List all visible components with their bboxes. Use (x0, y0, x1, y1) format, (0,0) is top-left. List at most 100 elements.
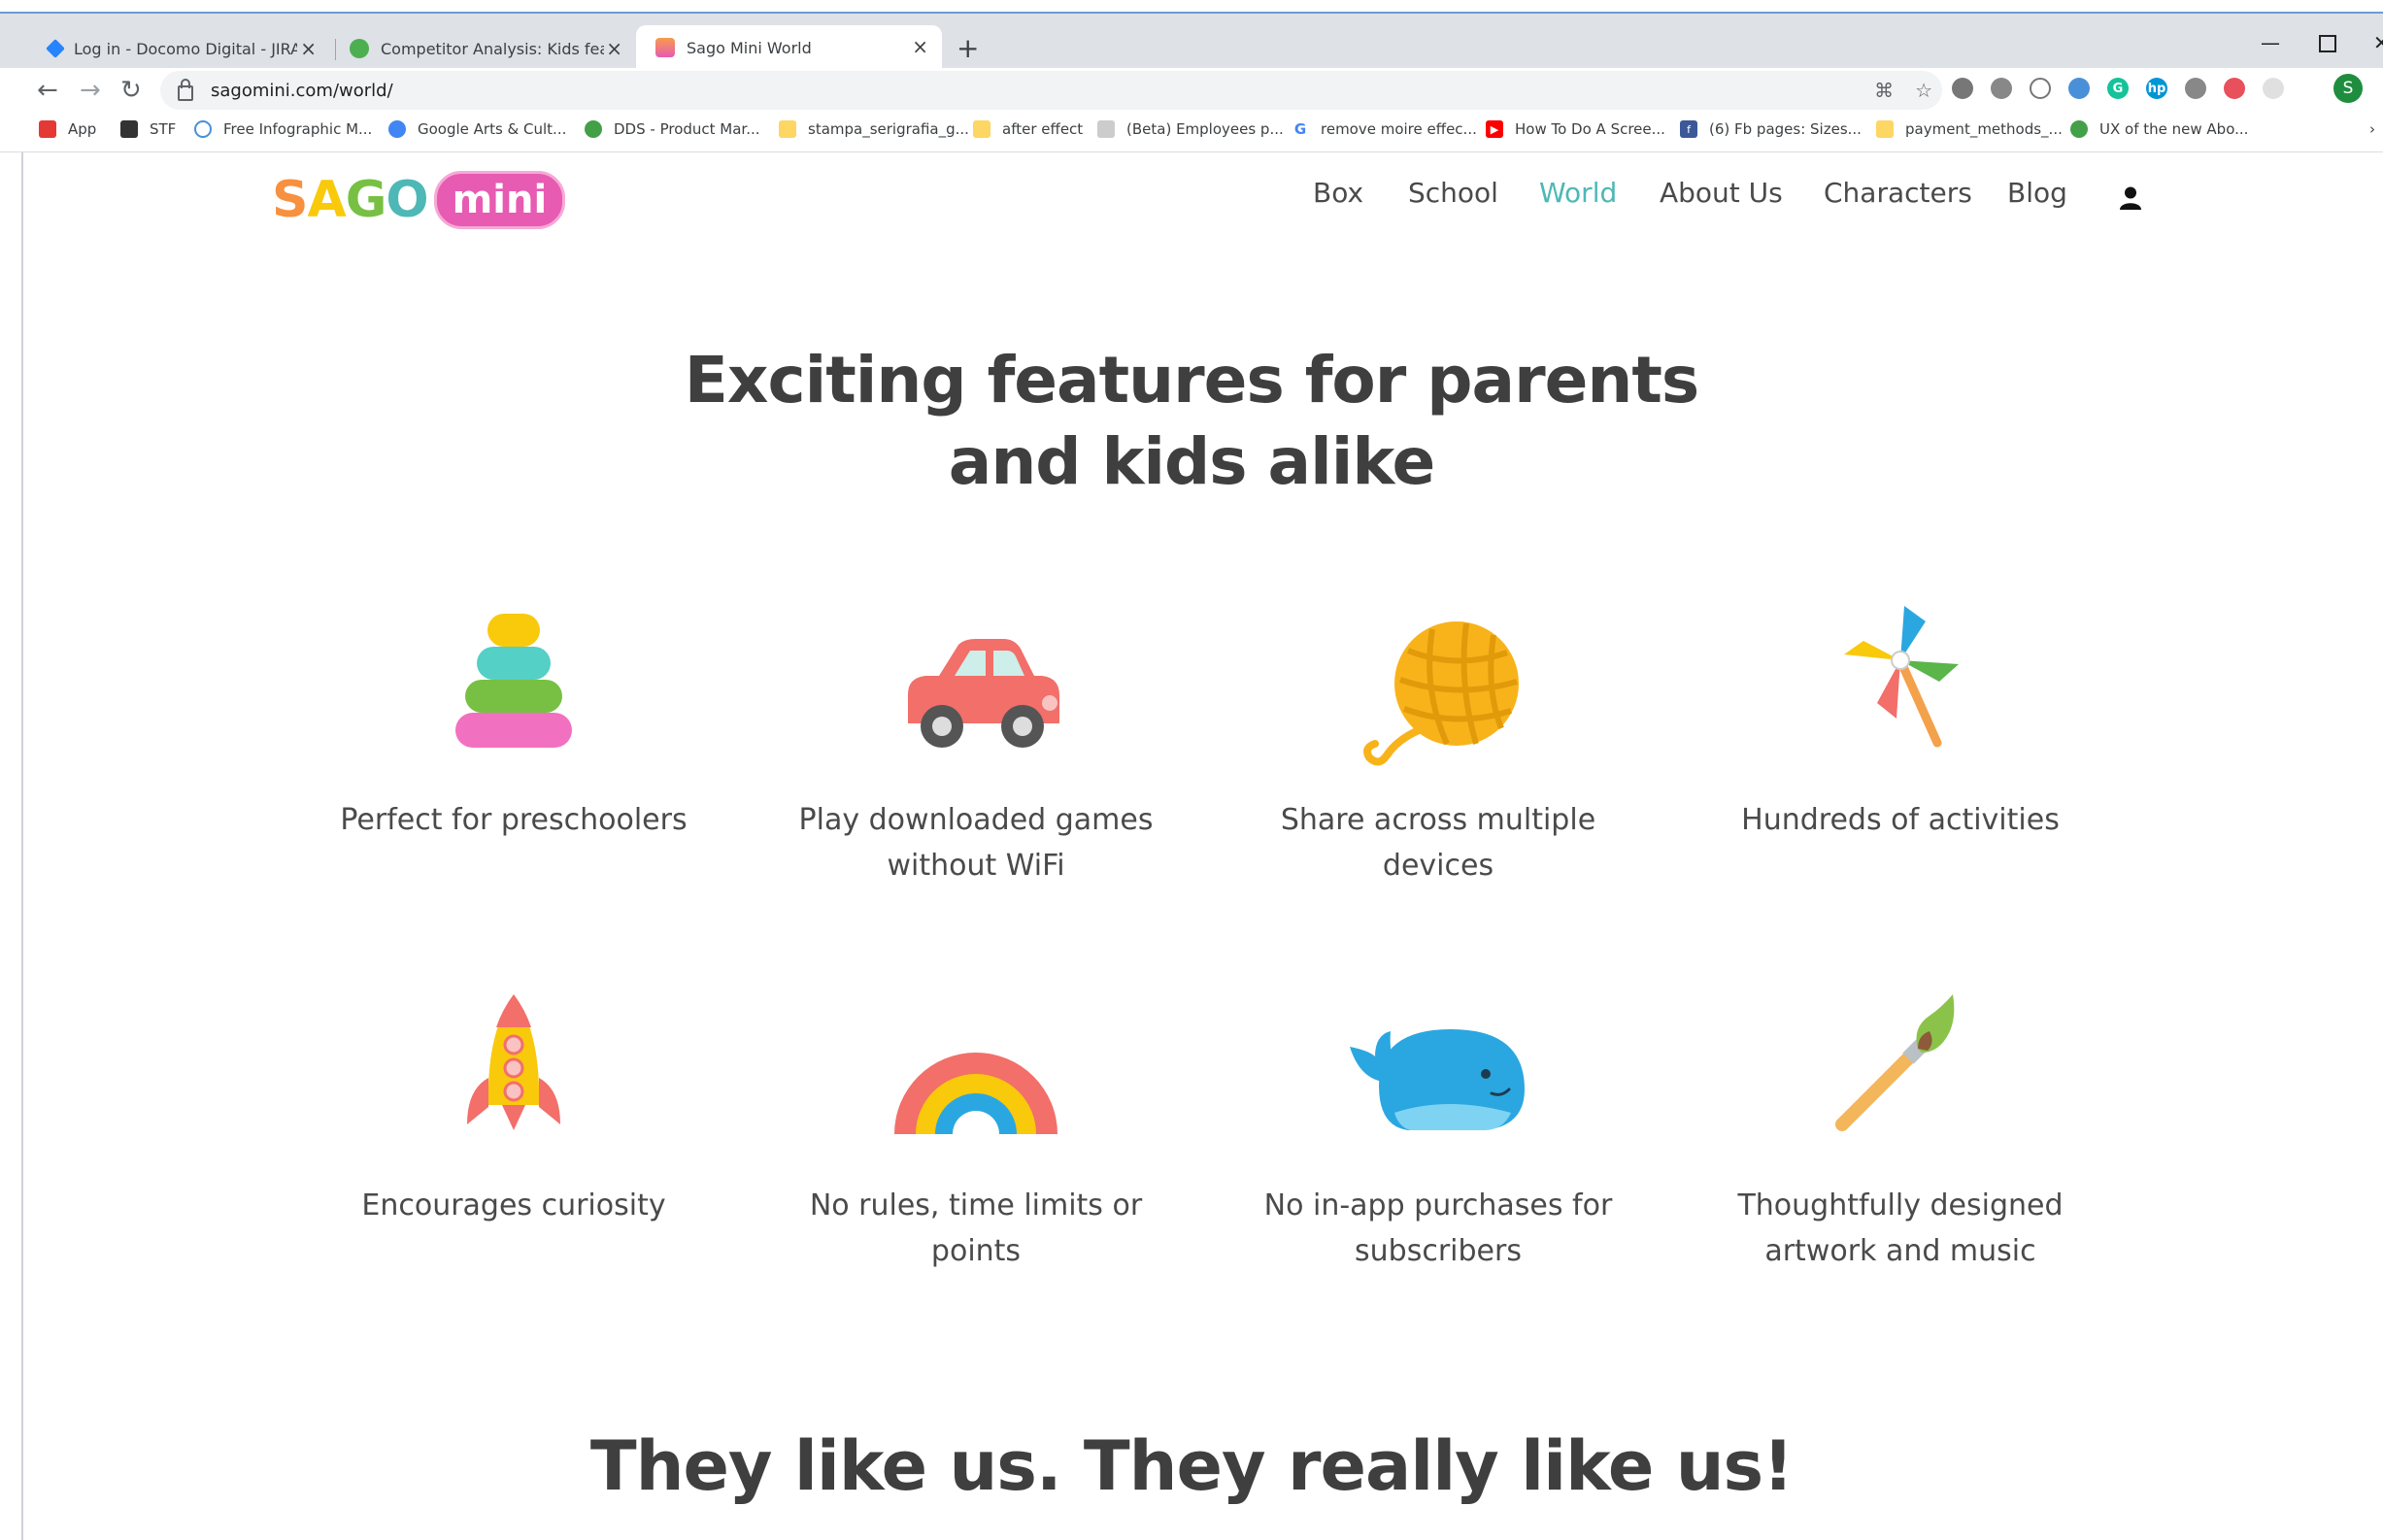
nav-world[interactable]: World (1539, 177, 1617, 216)
feature-text: No rules, time limits or points (809, 1188, 1143, 1268)
bookmark-payment[interactable]: payment_methods_... (1876, 120, 2063, 138)
bookmark-label: UX of the new Abo... (2099, 120, 2249, 138)
folder-icon (1876, 120, 1894, 138)
bookmark-dds[interactable]: DDS - Product Mar... (585, 120, 760, 138)
bookmarks-overflow-icon[interactable]: › (2369, 120, 2375, 138)
testimonials-title: They like us. They really like us! (589, 1426, 1794, 1506)
bookmark-moire[interactable]: Gremove moire effec... (1292, 120, 1477, 138)
bookmark-fb-pages[interactable]: f (6) Fb pages: Sizes... (1680, 120, 1862, 138)
lastpass-extension-icon[interactable] (2224, 78, 2245, 99)
infographic-icon (194, 120, 212, 138)
bookmark-star-icon[interactable]: ☆ (1915, 79, 1932, 102)
bookmark-after-effect[interactable]: after effect (973, 120, 1083, 138)
hp-extension-icon[interactable]: hp (2146, 78, 2167, 99)
url-text[interactable]: sagomini.com/world/ (211, 81, 393, 101)
sago-mini-logo[interactable]: SAGO mini (272, 171, 566, 229)
bookmark-google-arts[interactable]: Google Arts & Cult... (388, 120, 566, 138)
feature-label-4: Hundreds of activities (1696, 797, 2104, 843)
maximize-icon[interactable] (2319, 35, 2336, 52)
close-window-icon[interactable]: ✕ (2373, 31, 2383, 54)
new-tab-icon[interactable]: + (957, 35, 979, 62)
back-icon[interactable]: ← (37, 74, 58, 107)
cloud-extension-icon[interactable] (1952, 78, 1973, 99)
bookmark-stampa[interactable]: stampa_serigrafia_g... (779, 120, 969, 138)
bookmark-label: DDS - Product Mar... (614, 120, 760, 138)
bookmark-employees[interactable]: (Beta) Employees p... (1097, 120, 1284, 138)
bookmark-label: Google Arts & Cult... (418, 120, 567, 138)
logo-letter: G (345, 171, 387, 229)
bookmark-label: after effect (1002, 120, 1084, 138)
user-account-icon[interactable] (2120, 186, 2141, 210)
rainbow-icon (894, 1053, 1057, 1134)
toy-car-icon (908, 639, 1059, 748)
logo-sago-text: SAGO (272, 171, 429, 229)
tab-sago-mini-world[interactable]: Sago Mini World × (636, 25, 942, 70)
whale-icon (1350, 1029, 1525, 1130)
bookmark-label: (6) Fb pages: Sizes... (1709, 120, 1862, 138)
logo-letter: A (307, 171, 346, 229)
bookmark-label: payment_methods_... (1905, 120, 2063, 138)
close-tab-icon[interactable]: × (606, 37, 622, 60)
tab-title: Log in - Docomo Digital - JIRA (74, 39, 297, 58)
tab-jira[interactable]: Log in - Docomo Digital - JIRA × (29, 27, 330, 70)
bookmark-youtube[interactable]: ▶ How To Do A Scree... (1486, 120, 1665, 138)
feature-label-7: No in-app purchases for subscribers (1234, 1183, 1642, 1274)
forward-icon[interactable]: → (80, 74, 101, 107)
pinwheel-icon (1844, 606, 1959, 748)
nav-characters[interactable]: Characters (1824, 177, 1972, 216)
nav-about-us[interactable]: About Us (1660, 177, 1783, 216)
nav-school[interactable]: School (1408, 177, 1498, 216)
translate-icon[interactable]: ⌘ (1874, 79, 1894, 102)
cursor-extension-icon[interactable] (2263, 78, 2284, 99)
feature-label-3: Share across multiple devices (1234, 797, 1642, 888)
feature-text: Perfect for preschoolers (340, 803, 688, 837)
globe-icon (585, 120, 602, 138)
address-bar[interactable]: sagomini.com/world/ ⌘ ☆ (160, 71, 1942, 110)
tab-title: Sago Mini World (687, 38, 812, 57)
stf-icon (120, 120, 138, 138)
feature-label-2: Play downloaded games without WiFi (772, 797, 1180, 888)
bookmark-label: remove moire effec... (1321, 120, 1477, 138)
camera-extension-icon[interactable] (1991, 78, 2012, 99)
rocket-icon (467, 994, 560, 1130)
feature-text: artwork and music (1764, 1234, 2036, 1268)
bookmark-infographic[interactable]: Free Infographic M... (194, 120, 372, 138)
facebook-icon: f (1680, 120, 1697, 138)
logo-letter: S (272, 171, 308, 229)
logo-mini-text: mini (433, 171, 566, 229)
bookmark-ux[interactable]: UX of the new Abo... (2070, 120, 2248, 138)
nav-blog[interactable]: Blog (2007, 177, 2067, 216)
sago-favicon-icon (655, 38, 675, 57)
feature-text: Play downloaded games (798, 803, 1154, 837)
profile-avatar[interactable]: S (2333, 74, 2363, 103)
bookmark-apps[interactable]: App (39, 120, 96, 138)
minimize-icon[interactable]: — (2261, 31, 2280, 54)
tab-competitor-analysis[interactable]: Competitor Analysis: Kids feature × (330, 27, 636, 70)
folder-icon (973, 120, 990, 138)
apps-grid-icon (39, 120, 56, 138)
close-tab-icon[interactable]: × (912, 35, 928, 58)
bookmark-stf[interactable]: STF (120, 120, 176, 138)
bookmark-label: stampa_serigrafia_g... (808, 120, 969, 138)
folder-icon (779, 120, 796, 138)
bookmark-label: (Beta) Employees p... (1126, 120, 1284, 138)
close-tab-icon[interactable]: × (300, 37, 317, 60)
feature-label-1: Perfect for preschoolers (310, 797, 718, 843)
circle-extension-icon[interactable] (2030, 78, 2051, 99)
features-title-line2: and kids alike (948, 424, 1435, 499)
reload-icon[interactable]: ↻ (120, 74, 142, 107)
lock-icon[interactable] (178, 79, 193, 101)
globe-icon (2070, 120, 2088, 138)
yarn-ball-icon (1363, 621, 1519, 766)
bookmarks-bar: App STF Free Infographic M... Google Art… (0, 113, 2383, 152)
feature-text: without WiFi (887, 849, 1065, 883)
download-extension-icon[interactable] (2068, 78, 2090, 99)
extension-icon[interactable] (2185, 78, 2206, 99)
extensions: G hp (1952, 78, 2284, 99)
bookmark-label: App (68, 120, 97, 138)
features-title-line1: Exciting features for parents (684, 343, 1699, 418)
google-icon: G (1292, 120, 1309, 138)
nav-box[interactable]: Box (1313, 177, 1363, 216)
logo-letter: O (386, 171, 428, 229)
grammarly-extension-icon[interactable]: G (2107, 78, 2129, 99)
